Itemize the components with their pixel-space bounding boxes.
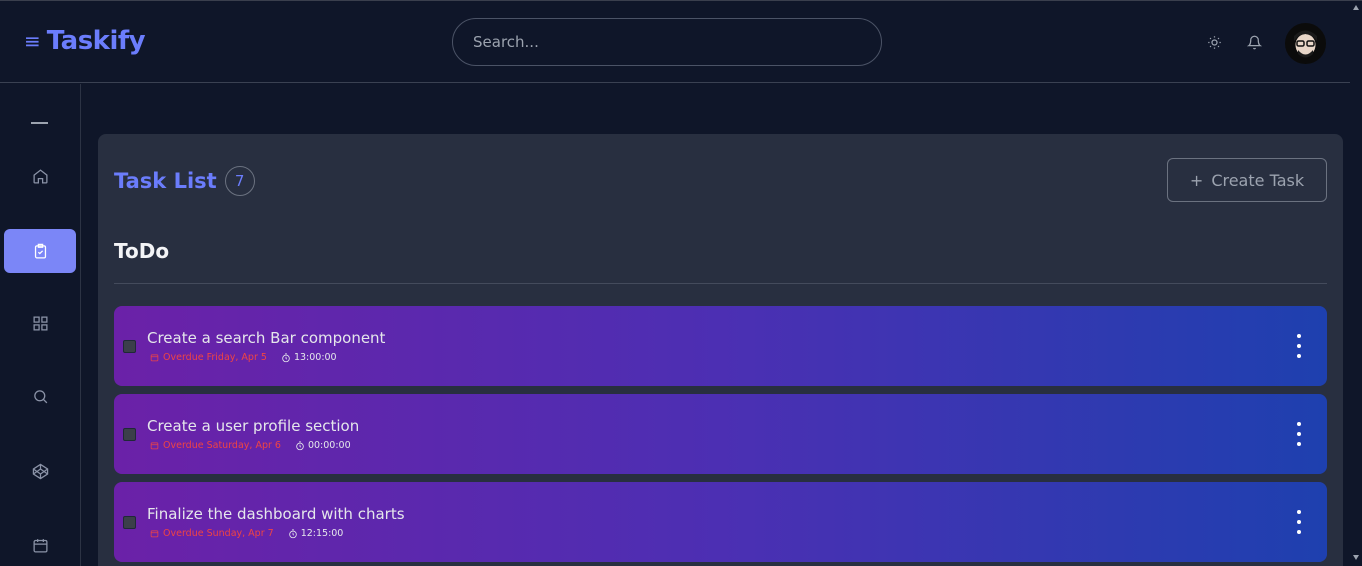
scroll-up-icon[interactable] — [1353, 5, 1359, 10]
section-heading-todo: ToDo — [114, 239, 170, 263]
scrollbar[interactable] — [1350, 1, 1362, 566]
task-card[interactable]: Create a search Bar component Overdue Fr… — [114, 306, 1327, 386]
brand-name: Taskify — [46, 26, 146, 56]
task-time-text: 12:15:00 — [300, 528, 344, 539]
sidebar-item-calendar[interactable] — [4, 523, 76, 566]
timer-icon — [288, 528, 297, 538]
minus-icon[interactable] — [31, 122, 48, 124]
task-due-text: Overdue Saturday, Apr 6 — [163, 440, 281, 451]
sidebar-item-search[interactable] — [4, 374, 76, 418]
task-list-panel: Task List 7 + Create Task ToDo Create a … — [98, 134, 1343, 566]
bell-icon[interactable] — [1245, 33, 1263, 51]
task-due: Overdue Friday, Apr 5 — [150, 352, 267, 363]
plus-icon: + — [1189, 170, 1204, 190]
sun-icon[interactable] — [1205, 33, 1223, 51]
sidebar — [0, 84, 81, 566]
create-task-label: Create Task — [1211, 170, 1305, 190]
page-title: Task List 7 — [114, 166, 255, 196]
task-due: Overdue Sunday, Apr 7 — [150, 528, 274, 539]
clipboard-check-icon — [34, 243, 46, 259]
more-options-icon[interactable] — [1294, 334, 1304, 358]
sidebar-item-home[interactable] — [4, 154, 76, 198]
grid-icon — [32, 315, 48, 331]
timer-icon — [296, 440, 304, 450]
task-checkbox[interactable] — [123, 428, 136, 441]
task-time: 00:00:00 — [295, 440, 351, 451]
more-options-icon[interactable] — [1294, 510, 1304, 534]
calendar-icon — [150, 530, 159, 538]
top-header: ≡ Taskify — [0, 1, 1350, 83]
search-icon — [33, 389, 47, 403]
codepen-icon — [32, 463, 48, 479]
sidebar-item-tasks[interactable] — [4, 229, 76, 273]
scroll-down-icon[interactable] — [1353, 555, 1359, 560]
calendar-icon — [150, 442, 159, 450]
task-checkbox[interactable] — [123, 516, 136, 529]
task-name: Finalize the dashboard with charts — [147, 505, 405, 523]
home-icon — [32, 168, 48, 184]
calendar-icon — [32, 538, 48, 553]
calendar-icon — [150, 354, 159, 362]
task-count-badge: 7 — [224, 166, 255, 196]
task-due-text: Overdue Friday, Apr 5 — [163, 352, 267, 363]
avatar[interactable] — [1285, 23, 1326, 64]
task-due: Overdue Saturday, Apr 6 — [150, 440, 281, 451]
divider — [114, 283, 1327, 284]
more-options-icon[interactable] — [1294, 422, 1304, 446]
task-card[interactable]: Create a user profile section Overdue Sa… — [114, 394, 1327, 474]
sidebar-item-codepen[interactable] — [4, 449, 76, 493]
sidebar-item-dashboard[interactable] — [4, 301, 76, 345]
brand[interactable]: ≡ Taskify — [24, 25, 146, 57]
task-time: 13:00:00 — [281, 352, 337, 363]
task-checkbox[interactable] — [123, 340, 136, 353]
task-name: Create a user profile section — [147, 417, 360, 435]
task-time: 12:15:00 — [288, 528, 344, 539]
search-input[interactable] — [452, 18, 882, 66]
timer-icon — [282, 352, 290, 362]
task-time-text: 13:00:00 — [293, 352, 337, 363]
task-meta: Overdue Friday, Apr 5 13:00:00 — [150, 352, 337, 363]
create-task-button[interactable]: + Create Task — [1167, 158, 1327, 202]
task-list-title: Task List — [114, 169, 217, 193]
task-time-text: 00:00:00 — [307, 440, 351, 451]
task-meta: Overdue Sunday, Apr 7 12:15:00 — [150, 528, 343, 539]
menu-icon[interactable]: ≡ — [24, 26, 41, 56]
task-due-text: Overdue Sunday, Apr 7 — [163, 528, 274, 539]
task-meta: Overdue Saturday, Apr 6 00:00:00 — [150, 440, 351, 451]
task-card[interactable]: Finalize the dashboard with charts Overd… — [114, 482, 1327, 562]
task-name: Create a search Bar component — [147, 329, 386, 347]
